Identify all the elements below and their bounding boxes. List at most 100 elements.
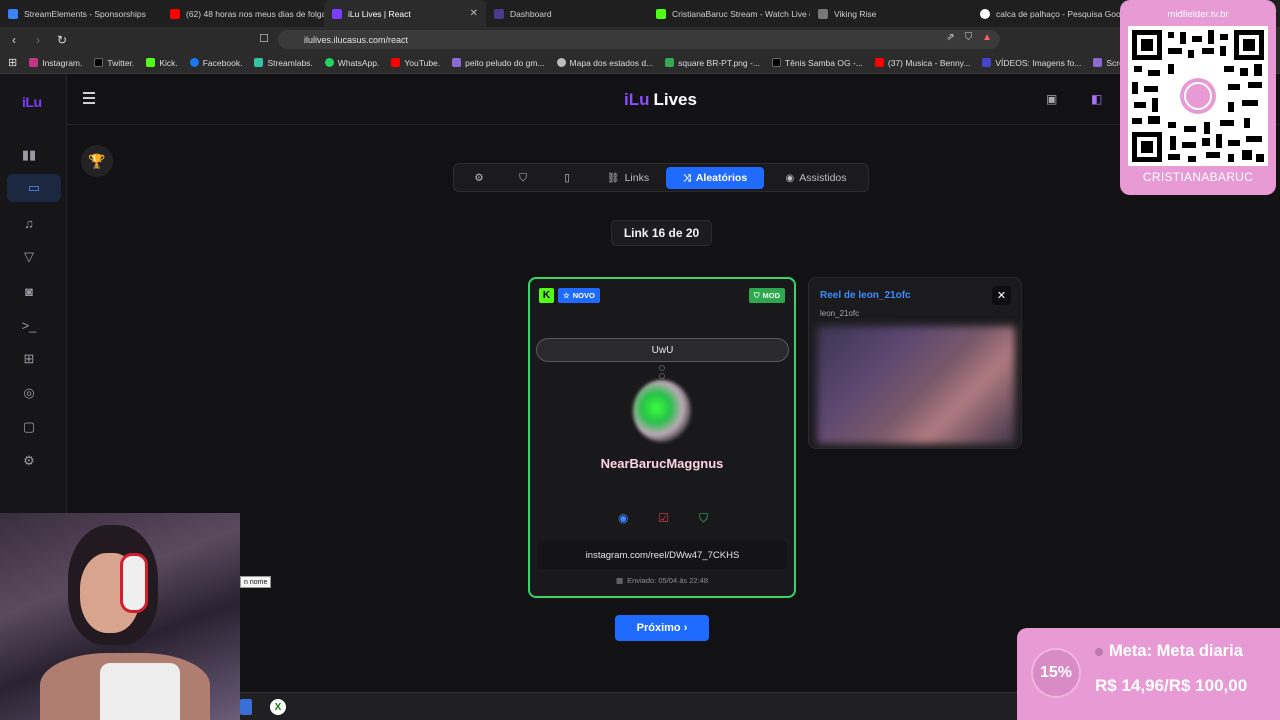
bookmark-favicon <box>324 58 334 67</box>
filter-icon[interactable]: ▽ <box>18 246 40 268</box>
preview-thumbnail[interactable] <box>817 326 1015 444</box>
eye-icon: ◉ <box>785 172 795 184</box>
shield-icon[interactable]: ⛉ <box>699 511 708 526</box>
bookmark-item[interactable]: Facebook. <box>189 57 243 68</box>
menu-icon[interactable] <box>83 92 95 107</box>
tab-favicon <box>170 8 180 19</box>
brand-prefix: iLu <box>624 90 650 109</box>
settings-icon[interactable]: ⚙ <box>18 450 40 472</box>
app-icon[interactable] <box>240 699 252 715</box>
message-bubble: UwU <box>536 338 789 362</box>
tab-links[interactable]: ⛓ Links <box>600 167 656 189</box>
browser-tab-active[interactable]: iLu Lives | React ✕ <box>324 0 486 27</box>
bookmark-item[interactable]: Kick. <box>146 57 178 68</box>
twitch-icon[interactable]: ◧ <box>1091 92 1102 106</box>
bookmark-favicon <box>391 58 401 67</box>
tab-label: CristianaBaruc Stream - Watch Live o <box>672 8 810 19</box>
address-bar: ‹ › ↻ ☐ ilulives.ilucasus.com/react ⇗ ⛉ … <box>0 27 1280 52</box>
bookmark-label: square BR-PT.png -... <box>678 57 760 68</box>
bookmark-item[interactable]: YouTube. <box>391 58 440 68</box>
gift-icon[interactable]: ⊞ <box>18 348 40 370</box>
app-logo[interactable]: iLu <box>22 94 42 110</box>
close-icon[interactable]: ✕ <box>992 286 1011 305</box>
browser-tab[interactable]: Dashboard <box>486 0 648 27</box>
close-icon[interactable]: ✕ <box>470 8 478 19</box>
avatar <box>633 380 691 442</box>
bookmark-label: Instagram. <box>42 57 83 68</box>
bookmark-item[interactable]: Tênis Samba OG -... <box>771 58 863 68</box>
username: NearBarucMaggnus <box>600 456 724 471</box>
tab-favicon <box>332 8 342 19</box>
sent-timestamp: ▦ Enviado: 05/04 às 22:48 <box>530 576 794 585</box>
bookmark-label: VÍDEOS: Imagens fo... <box>995 57 1082 68</box>
bookmark-label: Twitter. <box>107 57 135 68</box>
terminal-icon[interactable]: >_ <box>18 314 40 336</box>
tab-moderation[interactable]: ⛉ <box>512 167 534 189</box>
music-icon[interactable]: ♫ <box>18 212 40 234</box>
bookmark-icon[interactable]: ☐ <box>259 32 269 45</box>
bookmark-item[interactable]: Mapa dos estados d... <box>556 57 654 68</box>
tab-assistidos[interactable]: ◉ Assistidos <box>774 167 858 189</box>
tab-label: Links <box>624 172 650 184</box>
browser-tab[interactable]: (62) 48 horas nos meus dias de folga <box>162 0 324 27</box>
mod-badge: ⛉ MOD <box>748 288 785 303</box>
next-button[interactable]: Próximo › <box>615 615 709 641</box>
bookmark-label: Facebook. <box>202 57 243 68</box>
checkbox-icon[interactable]: ☑ <box>658 511 669 526</box>
browser-tab[interactable]: StreamElements - Sponsorships <box>0 0 162 27</box>
bookmark-item[interactable]: peito peludo do gm... <box>452 58 545 68</box>
tab-favicon <box>494 8 504 19</box>
stats-icon[interactable]: ▮▮ <box>18 144 40 166</box>
bookmark-favicon <box>29 58 39 67</box>
bookmark-label: Streamlabs. <box>267 57 313 68</box>
goal-progress-circle: 15% <box>1031 648 1081 698</box>
tab-device[interactable]: ▯ <box>556 167 578 189</box>
novo-badge: ☆ NOVO <box>558 288 600 303</box>
eye-icon[interactable]: ◉ <box>618 511 628 526</box>
brave-shield-icon[interactable]: ⛉ <box>965 32 973 43</box>
bookmark-label: Kick. <box>159 57 178 68</box>
bookmark-favicon <box>1093 58 1103 67</box>
taskbar: X <box>240 692 1017 720</box>
kick-icon: K <box>539 288 554 303</box>
trophy-icon[interactable]: 🏆 <box>81 145 113 177</box>
camera-icon[interactable]: ◙ <box>18 280 40 302</box>
qr-title: midfielder.tv.br <box>1167 9 1229 20</box>
bookmark-favicon <box>665 58 675 67</box>
tab-favicon <box>818 8 828 19</box>
xbox-icon[interactable]: X <box>270 699 286 715</box>
browser-tab[interactable]: CristianaBaruc Stream - Watch Live o <box>648 0 810 27</box>
bookmark-item[interactable]: square BR-PT.png -... <box>665 58 760 68</box>
link-icon: ⛓ <box>606 172 620 184</box>
bookmark-item[interactable]: WhatsApp. <box>324 58 379 68</box>
chat-icon[interactable]: ▢ <box>18 416 40 438</box>
bookmark-item[interactable]: (37) Musica - Benny... <box>874 58 970 68</box>
tab-aleatorios[interactable]: ⤨ Aleatórios <box>666 167 764 189</box>
tab-settings[interactable]: ⚙ <box>468 167 490 189</box>
bookmark-label: Mapa dos estados d... <box>569 57 654 68</box>
share-icon[interactable]: ⇗ <box>946 32 954 43</box>
bookmark-favicon <box>771 58 781 67</box>
bookmark-item[interactable]: Streamlabs. <box>254 57 313 68</box>
novo-label: NOVO <box>572 291 595 300</box>
bookmark-item[interactable]: Instagram. <box>29 58 82 68</box>
forward-icon[interactable]: › <box>28 33 48 47</box>
browser-tab[interactable]: calca de palhaço - Pesquisa Google <box>972 0 1134 27</box>
package-icon[interactable]: ▣ <box>1046 92 1060 106</box>
brand-suffix: Lives <box>653 90 697 109</box>
award-icon[interactable]: ◎ <box>18 382 40 404</box>
link-url[interactable]: instagram.com/reel/DWw47_7CKHS <box>538 541 787 569</box>
tab-label: Viking Rise <box>834 8 877 19</box>
rewards-icon[interactable]: ▲ <box>982 32 992 43</box>
bookmark-item[interactable]: VÍDEOS: Imagens fo... <box>982 58 1081 68</box>
bookmark-item[interactable]: Twitter. <box>94 58 134 68</box>
monitor-icon[interactable]: ▭ <box>7 174 61 202</box>
apps-grid-icon[interactable]: ⊞ <box>8 56 17 69</box>
url-text: ilulives.ilucasus.com/react <box>304 34 409 45</box>
back-icon[interactable]: ‹ <box>4 33 24 47</box>
url-input[interactable]: ilulives.ilucasus.com/react ⇗ ⛉ ▲ <box>278 30 1000 49</box>
bookmark-favicon <box>874 58 884 67</box>
reload-icon[interactable]: ↻ <box>52 33 72 47</box>
preview-title[interactable]: Reel de leon_21ofc <box>820 290 911 301</box>
browser-tab[interactable]: Viking Rise <box>810 0 972 27</box>
